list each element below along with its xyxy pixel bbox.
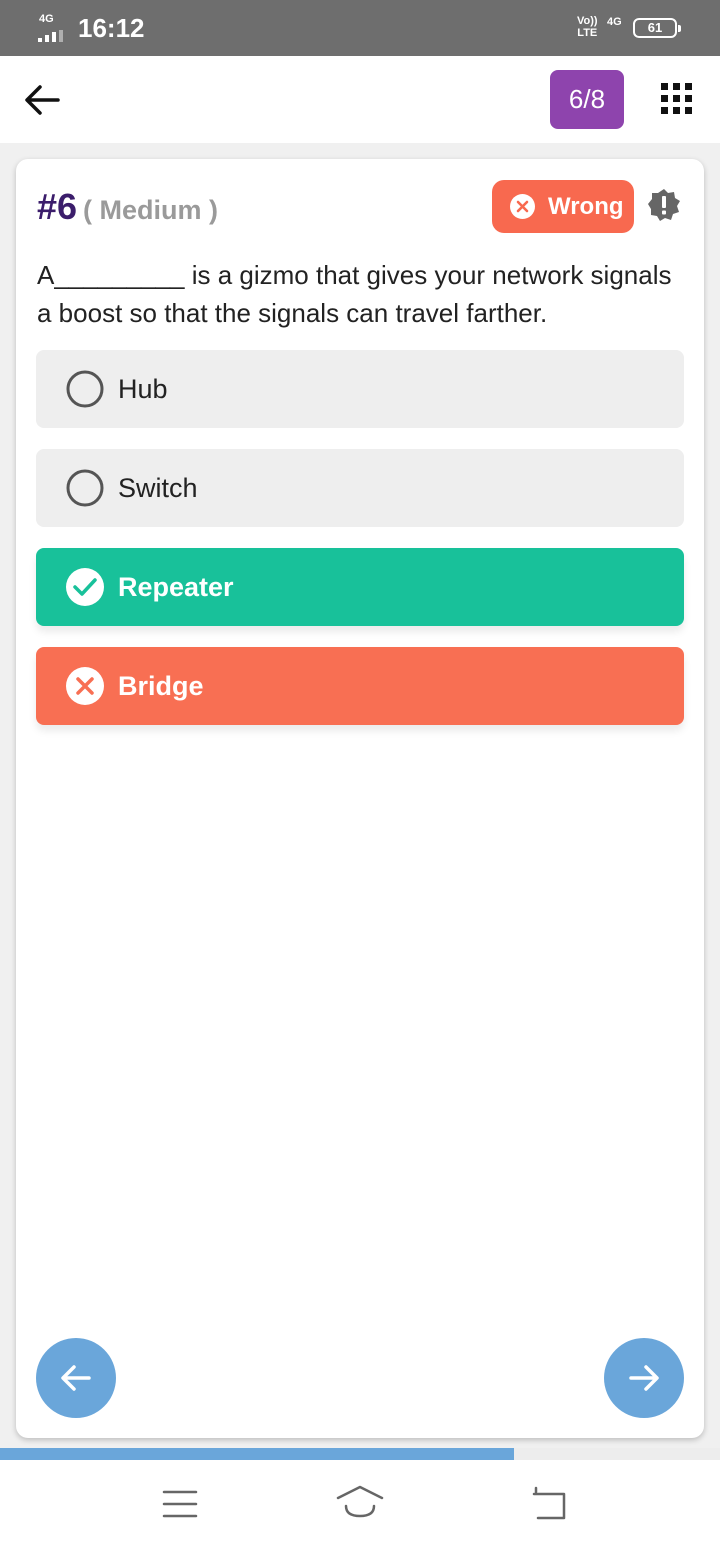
battery-indicator: 61 (633, 18, 681, 38)
result-badge: Wrong (492, 180, 634, 233)
option-label: Switch (118, 473, 198, 503)
option-label: Hub (118, 374, 168, 404)
report-button[interactable] (647, 188, 681, 222)
option-hub[interactable]: Hub (36, 350, 684, 428)
question-grid-button[interactable] (661, 83, 693, 115)
question-text: A_________ is a gizmo that gives your ne… (37, 260, 672, 328)
clock: 16:12 (78, 13, 145, 43)
grid-icon (661, 83, 692, 114)
option-repeater[interactable]: Repeater (36, 548, 684, 626)
question-header: #6( Medium ) (37, 186, 218, 228)
home-button[interactable] (336, 1484, 384, 1524)
question-card: #6( Medium ) Wrong A_________ is a gizmo… (16, 159, 704, 1438)
option-label: Repeater (118, 572, 234, 602)
radio-empty-icon (66, 370, 104, 408)
signal-indicator: 4G (38, 14, 72, 44)
quiz-progress-fill (0, 1448, 515, 1460)
option-bridge[interactable]: Bridge (36, 647, 684, 725)
quiz-progress-bar (0, 1448, 720, 1460)
option-label: Bridge (118, 671, 204, 701)
menu-icon (162, 1490, 198, 1518)
back-system-button[interactable] (526, 1484, 574, 1524)
arrow-left-icon (61, 1365, 91, 1391)
x-circle-icon (66, 667, 104, 705)
back-button[interactable] (22, 82, 62, 118)
network-type: 4G (39, 13, 54, 25)
arrow-left-icon (25, 85, 60, 115)
result-label: Wrong (548, 193, 624, 220)
status-bar: 4G 16:12 Vo)) LTE 4G 61 (0, 0, 720, 56)
return-icon (532, 1486, 566, 1520)
option-switch[interactable]: Switch (36, 449, 684, 527)
previous-question-button[interactable] (36, 1338, 116, 1418)
question-number: #6 (37, 186, 78, 227)
arrow-right-icon (629, 1365, 659, 1391)
check-circle-icon (66, 568, 104, 606)
volte-indicator: Vo)) LTE (577, 15, 598, 39)
alert-badge-icon (648, 189, 680, 221)
next-question-button[interactable] (604, 1338, 684, 1418)
x-circle-icon (510, 194, 535, 219)
app-bar: 6/8 (0, 56, 720, 143)
difficulty-label: ( Medium ) (83, 195, 219, 225)
radio-empty-icon (66, 469, 104, 507)
home-icon (336, 1485, 384, 1518)
network-type-right: 4G (607, 16, 622, 28)
menu-button[interactable] (156, 1484, 204, 1524)
signal-bars-icon (38, 30, 72, 42)
system-navigation-bar (0, 1460, 720, 1544)
question-counter: 6/8 (550, 70, 624, 129)
